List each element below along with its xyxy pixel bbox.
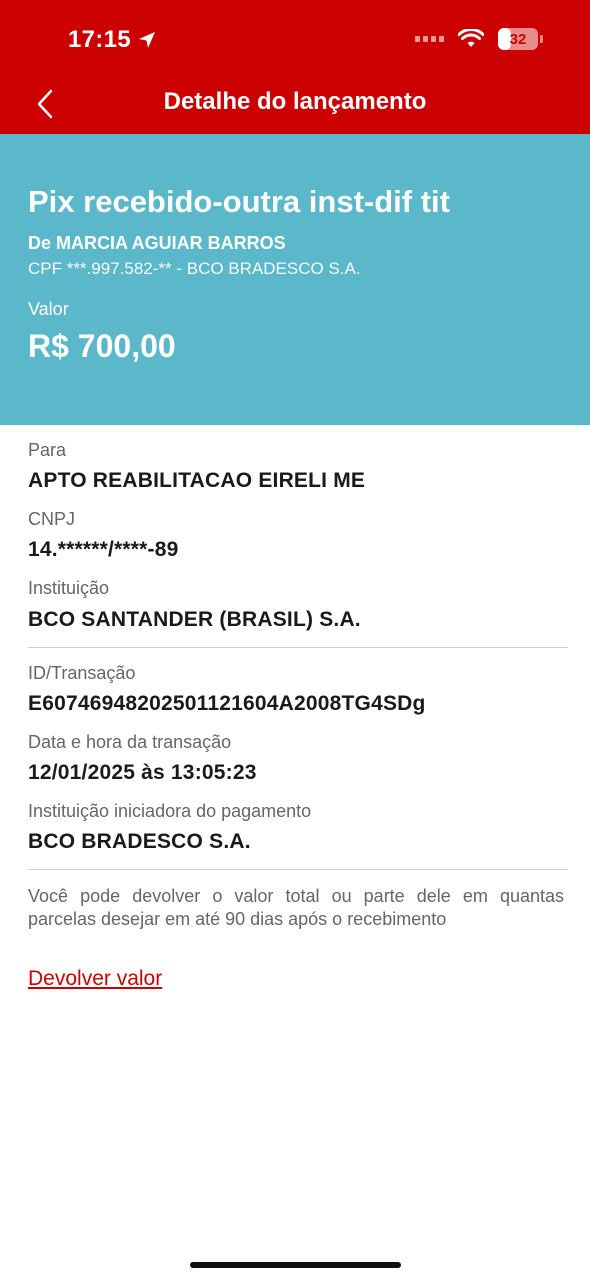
- cellular-signal-icon: [415, 36, 444, 42]
- amount-label: Valor: [28, 299, 69, 319]
- cnpj-label: CNPJ: [28, 509, 76, 529]
- page-title: Detalhe do lançamento: [163, 88, 427, 115]
- battery-icon: 32: [498, 28, 543, 50]
- transaction-id-value: E60746948202501121604A2008TG4SDg: [28, 692, 426, 715]
- sender-document: CPF ***.997.582-** - BCO BRADESCO S.A.: [28, 259, 361, 278]
- battery-percentage: 32: [509, 30, 527, 48]
- transaction-type: Pix recebido-outra inst-dif tit: [28, 184, 450, 219]
- recipient-name: APTO REABILITACAO EIRELI ME: [28, 469, 366, 492]
- institution-label: Instituição: [28, 578, 110, 598]
- datetime-label: Data e hora da transação: [28, 732, 232, 752]
- location-arrow-icon: [138, 32, 155, 48]
- home-indicator[interactable]: [190, 1262, 401, 1268]
- institution-value: BCO SANTANDER (BRASIL) S.A.: [28, 608, 361, 631]
- initiator-label: Instituição iniciadora do pagamento: [28, 801, 312, 821]
- cnpj-value: 14.******/****-89: [28, 538, 179, 561]
- transaction-id-label: ID/Transação: [28, 663, 136, 683]
- transaction-summary: Pix recebido-outra inst-dif tit De MARCI…: [0, 134, 590, 425]
- datetime-value: 12/01/2025 às 13:05:23: [28, 761, 257, 784]
- divider: [28, 647, 568, 648]
- status-time-text: 17:15: [68, 26, 131, 53]
- refund-link[interactable]: Devolver valor: [28, 967, 162, 991]
- recipient-label: Para: [28, 440, 67, 460]
- app-header: 17:15 32 Detalhe do lançamento: [0, 0, 590, 134]
- status-bar-indicators: 32: [415, 28, 543, 50]
- divider: [28, 869, 568, 870]
- status-bar-time: 17:15: [68, 26, 157, 54]
- sender-name: De MARCIA AGUIAR BARROS: [28, 233, 286, 253]
- initiator-value: BCO BRADESCO S.A.: [28, 830, 251, 853]
- refund-info-text: Você pode devolver o valor total ou part…: [28, 886, 564, 929]
- amount-value: R$ 700,00: [28, 328, 176, 364]
- wifi-icon: [458, 29, 484, 47]
